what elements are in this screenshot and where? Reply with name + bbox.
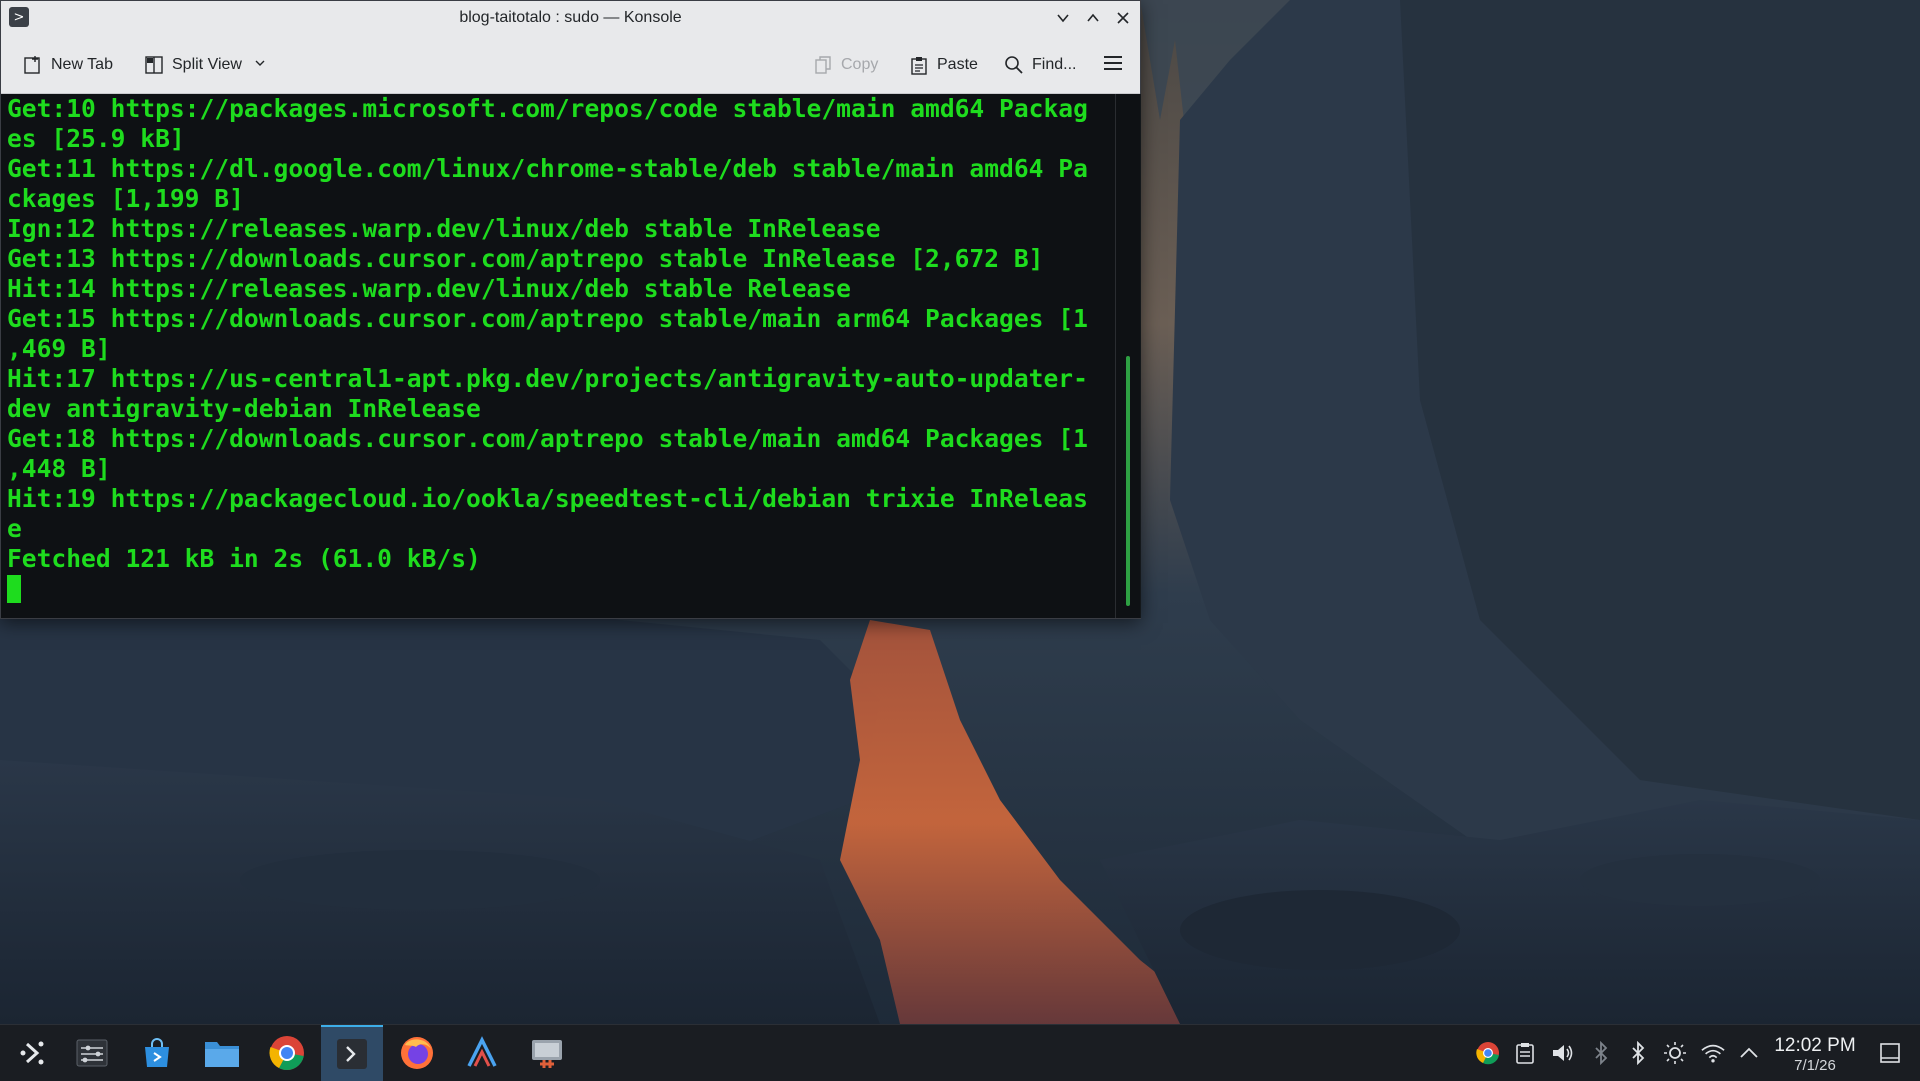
terminal-line: Fetched 121 kB in 2s (61.0 kB/s) bbox=[7, 544, 481, 573]
terminal-prompt-line bbox=[7, 574, 1115, 604]
new-tab-icon bbox=[23, 55, 43, 75]
chrome-icon bbox=[269, 1036, 304, 1070]
new-tab-button[interactable]: New Tab bbox=[23, 51, 113, 79]
clipboard-icon[interactable] bbox=[1513, 1041, 1537, 1065]
terminal-line: Get:10 https://packages.microsoft.com/re… bbox=[7, 94, 1088, 123]
file-manager-icon bbox=[205, 1042, 239, 1067]
terminal-line: dev antigravity-debian InRelease bbox=[7, 394, 481, 423]
terminal-line: Hit:17 https://us-central1-apt.pkg.dev/p… bbox=[7, 364, 1088, 393]
search-icon bbox=[1004, 55, 1024, 75]
konsole-toolbar: New Tab Split View Copy Paste Find... bbox=[1, 37, 1140, 94]
minimize-button[interactable] bbox=[1052, 7, 1074, 29]
clock[interactable]: 12:02 PM 7/1/26 bbox=[1770, 1035, 1860, 1075]
find-label: Find... bbox=[1032, 56, 1077, 73]
terminal-line: Hit:19 https://packagecloud.io/ookla/spe… bbox=[7, 484, 1088, 513]
new-tab-label: New Tab bbox=[51, 56, 113, 73]
terminal-line: Hit:14 https://releases.warp.dev/linux/d… bbox=[7, 274, 851, 303]
close-button[interactable] bbox=[1112, 7, 1134, 29]
firefox-icon bbox=[401, 1037, 433, 1069]
copy-button[interactable]: Copy bbox=[813, 51, 878, 79]
window-titlebar[interactable]: > blog-taitotalo : sudo — Konsole bbox=[1, 1, 1140, 38]
find-button[interactable]: Find... bbox=[1004, 51, 1076, 79]
split-view-label: Split View bbox=[172, 56, 242, 73]
brightness-icon[interactable] bbox=[1663, 1041, 1687, 1065]
application-launcher-icon bbox=[20, 1041, 44, 1065]
terminal-line: ckages [1,199 B] bbox=[7, 184, 244, 213]
taskbar-discover[interactable] bbox=[127, 1025, 187, 1081]
terminal-line: Ign:12 https://releases.warp.dev/linux/d… bbox=[7, 214, 881, 243]
chevron-down-icon[interactable] bbox=[254, 56, 266, 74]
terminal-line: Get:13 https://downloads.cursor.com/aptr… bbox=[7, 244, 1044, 273]
maximize-button[interactable] bbox=[1082, 7, 1104, 29]
split-view-icon bbox=[144, 55, 164, 75]
split-view-button[interactable]: Split View bbox=[144, 51, 266, 79]
chrome-tray-icon[interactable] bbox=[1476, 1041, 1500, 1065]
show-desktop-icon[interactable] bbox=[1878, 1041, 1902, 1065]
hamburger-menu-icon bbox=[1103, 54, 1123, 77]
wifi-icon[interactable] bbox=[1701, 1041, 1725, 1065]
paste-button[interactable]: Paste bbox=[909, 51, 978, 79]
screenshot-tool-icon bbox=[532, 1040, 562, 1068]
copy-label: Copy bbox=[841, 56, 879, 73]
hamburger-menu-button[interactable] bbox=[1103, 51, 1123, 79]
taskbar: 12:02 PM 7/1/26 bbox=[0, 1024, 1920, 1081]
konsole-icon bbox=[337, 1039, 367, 1069]
tray-expand-icon[interactable] bbox=[1737, 1041, 1761, 1065]
bluetooth-disabled-icon[interactable] bbox=[1589, 1041, 1613, 1065]
terminal-output[interactable]: Get:10 https://packages.microsoft.com/re… bbox=[1, 94, 1115, 618]
chevron-up-icon bbox=[1087, 13, 1099, 22]
clock-date: 7/1/26 bbox=[1794, 1057, 1836, 1074]
system-settings-icon bbox=[76, 1039, 108, 1067]
taskbar-firefox[interactable] bbox=[387, 1025, 447, 1081]
window-title: blog-taitotalo : sudo — Konsole bbox=[459, 9, 682, 26]
taskbar-antigravity[interactable] bbox=[452, 1025, 512, 1081]
taskbar-file-manager[interactable] bbox=[192, 1025, 252, 1081]
clock-time: 12:02 PM bbox=[1774, 1035, 1856, 1056]
application-launcher-button[interactable] bbox=[2, 1025, 62, 1081]
paste-label: Paste bbox=[937, 56, 978, 73]
taskbar-screenshot-tool[interactable] bbox=[517, 1025, 577, 1081]
antigravity-icon bbox=[467, 1036, 497, 1067]
konsole-window: > blog-taitotalo : sudo — Konsole New Ta… bbox=[0, 0, 1141, 619]
close-icon bbox=[1117, 12, 1129, 24]
bluetooth-icon[interactable] bbox=[1626, 1041, 1650, 1065]
terminal-line: e bbox=[7, 514, 22, 543]
terminal-line: Get:11 https://dl.google.com/linux/chrom… bbox=[7, 154, 1088, 183]
scrollbar-thumb[interactable] bbox=[1126, 356, 1130, 606]
taskbar-konsole[interactable] bbox=[321, 1025, 383, 1081]
discover-store-icon bbox=[145, 1038, 169, 1067]
taskbar-chrome[interactable] bbox=[257, 1025, 317, 1081]
paste-icon bbox=[909, 55, 929, 75]
terminal-line: es [25.9 kB] bbox=[7, 124, 185, 153]
volume-icon[interactable] bbox=[1551, 1041, 1575, 1065]
terminal-line: Get:15 https://downloads.cursor.com/aptr… bbox=[7, 304, 1088, 333]
terminal-cursor bbox=[7, 575, 21, 603]
terminal-line: Get:18 https://downloads.cursor.com/aptr… bbox=[7, 424, 1088, 453]
copy-icon bbox=[813, 55, 833, 75]
taskbar-system-settings[interactable] bbox=[62, 1025, 122, 1081]
terminal-line: ,448 B] bbox=[7, 454, 111, 483]
terminal-scrollbar[interactable] bbox=[1115, 94, 1141, 618]
chevron-down-icon bbox=[1057, 14, 1069, 23]
terminal-line: ,469 B] bbox=[7, 334, 111, 363]
